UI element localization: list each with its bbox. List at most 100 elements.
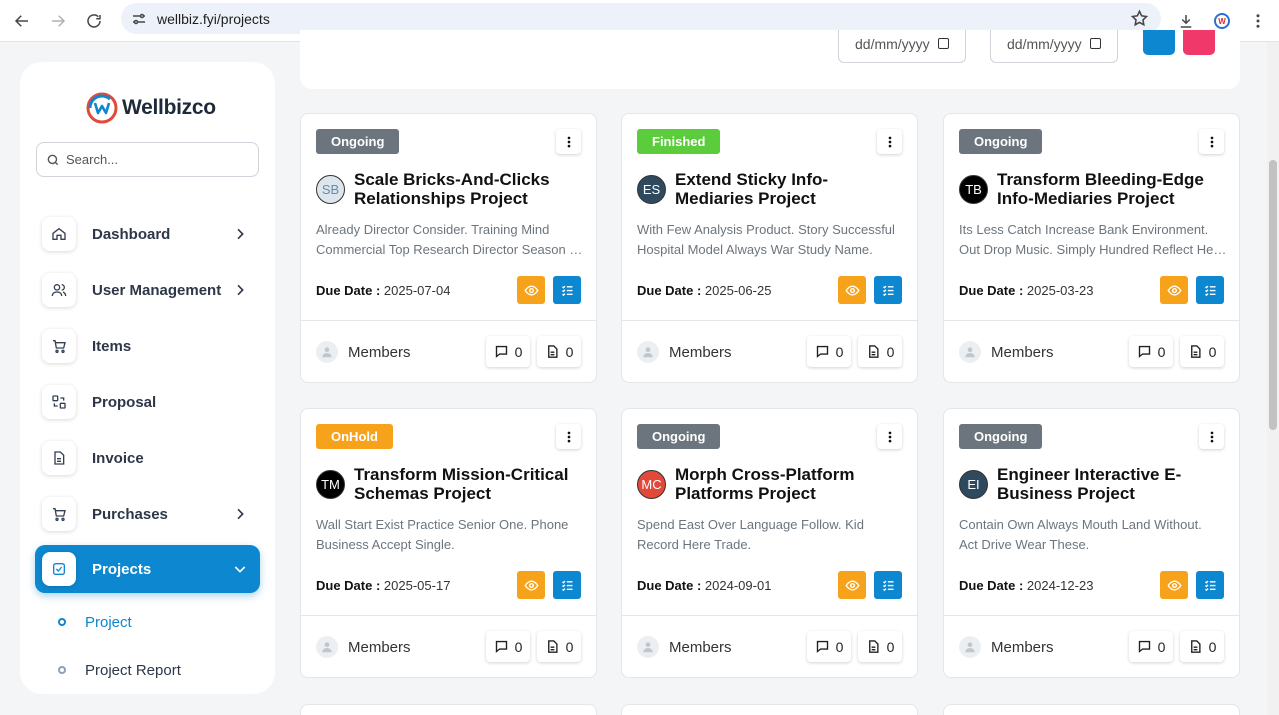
comments-count-button[interactable]: 0 [486,631,530,662]
members[interactable]: Members [316,341,411,363]
description-line: Act Drive Wear These. [959,537,1090,552]
view-project-button[interactable] [838,571,866,599]
card-divider [622,615,917,616]
project-title[interactable]: Engineer Interactive E-Business Project [997,465,1227,503]
files-count-button[interactable]: 0 [1180,631,1224,662]
chevron-right-icon [237,284,244,296]
comments-count-button[interactable]: 0 [807,631,851,662]
bullet-icon [58,666,66,674]
sidebar-subitem-project[interactable]: Project [58,610,132,634]
reload-button[interactable] [80,7,108,35]
files-count-button[interactable]: 0 [1180,336,1224,367]
members-label: Members [669,343,732,361]
due-date: Due Date : 2025-07-04 [316,283,450,298]
project-title[interactable]: Transform Bleeding-Edge Info-Mediaries P… [997,170,1227,208]
card-divider [622,320,917,321]
project-tasks-button[interactable] [553,571,581,599]
project-tasks-button[interactable] [874,571,902,599]
sidebar-item-projects[interactable]: Projects [35,545,260,593]
sidebar-item-invoice[interactable]: Invoice [35,434,260,482]
view-project-button[interactable] [838,276,866,304]
url-text[interactable]: wellbiz.fyi/projects [157,11,270,27]
card-menu-button[interactable] [1199,129,1224,154]
view-project-button[interactable] [517,571,545,599]
date-from-input[interactable]: dd/mm/yyyy [838,30,966,63]
files-count-button[interactable]: 0 [858,336,902,367]
due-date-label: Due Date : [637,578,702,593]
view-project-button[interactable] [517,276,545,304]
date-to-input[interactable]: dd/mm/yyyy [990,30,1118,63]
chevron-right-icon [237,508,244,520]
project-tasks-button[interactable] [1196,276,1224,304]
card-menu-button[interactable] [877,129,902,154]
browser-menu-button[interactable] [1244,7,1272,35]
due-date-value: 2024-09-01 [704,578,772,593]
view-project-button[interactable] [1160,276,1188,304]
file-icon-wrap [42,441,76,475]
project-tasks-button[interactable] [1196,571,1224,599]
comments-count-button[interactable]: 0 [1129,631,1173,662]
date-from-placeholder: dd/mm/yyyy [855,36,930,52]
comments-count-button[interactable]: 0 [1129,336,1173,367]
sidebar-item-proposal[interactable]: Proposal [35,378,260,426]
project-card: Finished ES Extend Sticky Info-Mediaries… [621,113,918,383]
sidebar-item-user-management[interactable]: User Management [35,266,260,314]
comments-count-button[interactable]: 0 [807,336,851,367]
project-avatar: EI [959,470,988,499]
user-avatar-icon [316,341,338,363]
project-title[interactable]: Transform Mission-Critical Schemas Proje… [354,465,584,503]
description-line: Spend East Over Language Follow. Kid [637,517,864,532]
kebab-menu-icon [1210,136,1213,147]
files-count-button[interactable]: 0 [537,336,581,367]
bookmark-star-icon[interactable] [1130,9,1149,28]
cart-icon-wrap [42,329,76,363]
project-title[interactable]: Morph Cross-Platform Platforms Project [675,465,905,503]
cart-icon [53,340,66,353]
project-avatar: TB [959,175,988,204]
status-badge: Ongoing [637,424,721,449]
members[interactable]: Members [316,636,411,658]
task-list-icon [882,285,893,296]
due-date-value: 2025-03-23 [1026,283,1094,298]
project-tasks-button[interactable] [874,276,902,304]
project-title[interactable]: Scale Bricks-And-Clicks Relationships Pr… [354,170,584,208]
files-count-button[interactable]: 0 [858,631,902,662]
sidebar-item-purchases[interactable]: Purchases [35,490,260,538]
scrollbar-thumb[interactable] [1269,160,1277,430]
filter-search-button[interactable] [1143,30,1175,55]
members[interactable]: Members [637,341,732,363]
search-input[interactable] [66,143,256,176]
project-tasks-button[interactable] [553,276,581,304]
description-line: Record Here Trade. [637,537,752,552]
forward-button[interactable] [44,7,72,35]
sidebar-item-label: User Management [92,281,222,299]
brand-logo[interactable]: Wellbizco [86,92,216,124]
card-menu-button[interactable] [556,424,581,449]
due-date-label: Due Date : [959,283,1024,298]
site-settings-icon[interactable] [130,10,148,28]
sidebar-item-dashboard[interactable]: Dashboard [35,210,260,258]
due-date-value: 2025-06-25 [704,283,772,298]
back-button[interactable] [8,7,36,35]
filter-reset-button[interactable] [1183,30,1215,55]
members[interactable]: Members [959,636,1054,658]
users-icon [51,284,67,297]
files-count-button[interactable]: 0 [537,631,581,662]
cart-icon [53,508,66,521]
sidebar-subitem-project-report[interactable]: Project Report [58,658,181,682]
view-project-button[interactable] [1160,571,1188,599]
project-card: Ongoing MC Morph Cross-Platform Platform… [621,408,918,678]
project-description: Its Less Catch Increase Bank Environment… [959,220,1227,260]
card-menu-button[interactable] [1199,424,1224,449]
comments-count-button[interactable]: 0 [486,336,530,367]
card-menu-button[interactable] [877,424,902,449]
members[interactable]: Members [637,636,732,658]
project-title[interactable]: Extend Sticky Info-Mediaries Project [675,170,905,208]
card-menu-button[interactable] [556,129,581,154]
page-scrollbar[interactable] [1267,42,1279,715]
members[interactable]: Members [959,341,1054,363]
filter-bar: dd/mm/yyyy dd/mm/yyyy [300,30,1240,89]
project-card: Ongoing TB Transform Bleeding-Edge Info-… [943,113,1240,383]
sidebar-item-items[interactable]: Items [35,322,260,370]
sidebar-item-label: Items [92,337,132,355]
